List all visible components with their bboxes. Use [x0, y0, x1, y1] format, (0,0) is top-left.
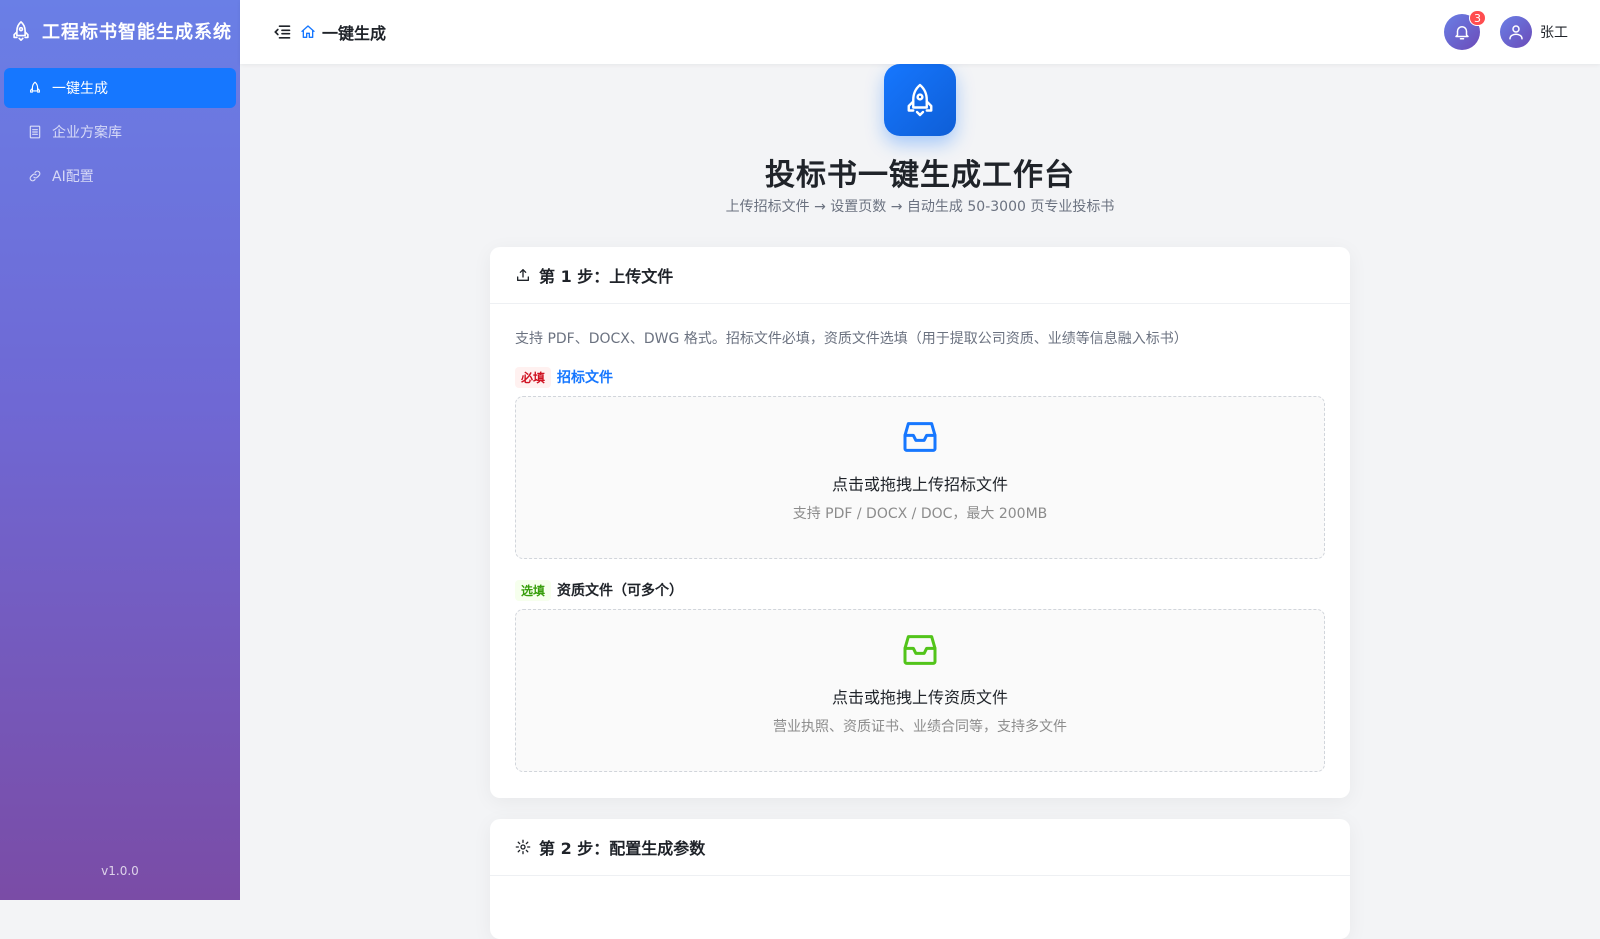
step2-header: 第 2 步：配置生成参数 — [490, 819, 1350, 876]
user-name: 张工 — [1540, 25, 1568, 41]
breadcrumb-current: 一键生成 — [322, 24, 387, 43]
rocket-icon — [907, 83, 933, 117]
app-title: 工程标书智能生成系统 — [42, 22, 232, 43]
rocket-icon — [30, 81, 40, 93]
menu-fold-icon — [274, 25, 291, 39]
step2-title: 第 2 步：配置生成参数 — [539, 839, 706, 858]
sidebar: 工程标书智能生成系统 一键生成 企业方案库 AI配置 v1.0.0 — [0, 0, 240, 900]
required-tag: 必填 — [515, 366, 552, 388]
rocket-icon — [13, 21, 29, 41]
qualification-upload-hint: 营业执照、资质证书、业绩合同等，支持多文件 — [773, 719, 1067, 735]
tender-upload-hint: 支持 PDF / DOCX / DOC，最大 200MB — [792, 506, 1048, 522]
file-icon — [29, 125, 41, 139]
header-actions: 3 张工 — [1444, 0, 1568, 64]
sidebar-item-generate[interactable]: 一键生成 — [4, 68, 236, 108]
notification-button[interactable]: 3 — [1444, 10, 1486, 50]
step1-header: 第 1 步：上传文件 — [490, 247, 1350, 304]
app-version: v1.0.0 — [101, 864, 139, 878]
sidebar-menu: 一键生成 企业方案库 AI配置 — [0, 62, 240, 206]
qualification-file-label: 选填 资质文件（可多个） — [515, 579, 1325, 601]
bell-icon — [1455, 26, 1469, 40]
step1-card: 第 1 步：上传文件 支持 PDF、DOCX、DWG 格式。招标文件必填，资质文… — [490, 247, 1350, 798]
tender-file-label: 必填 招标文件 — [515, 366, 1325, 388]
main-content: 投标书一键生成工作台 上传招标文件 → 设置页数 → 自动生成 50-3000 … — [240, 0, 1600, 939]
step1-description: 支持 PDF、DOCX、DWG 格式。招标文件必填，资质文件选填（用于提取公司资… — [515, 331, 1188, 347]
tender-file-name: 招标文件 — [557, 370, 614, 386]
user-menu[interactable]: 张工 — [1500, 16, 1568, 48]
sidebar-item-solution-library[interactable]: 企业方案库 — [4, 112, 236, 152]
sidebar-item-label: 一键生成 — [52, 81, 108, 97]
step1-title: 第 1 步：上传文件 — [539, 267, 674, 286]
avatar — [1500, 16, 1532, 48]
sidebar-item-label: 企业方案库 — [52, 125, 122, 141]
tender-file-dropzone[interactable]: 点击或拖拽上传招标文件 支持 PDF / DOCX / DOC，最大 200MB — [515, 396, 1325, 559]
top-header: 一键生成 3 张工 — [240, 0, 1600, 64]
link-icon — [29, 170, 41, 182]
user-icon — [1509, 25, 1523, 40]
page-subtitle: 上传招标文件 → 设置页数 → 自动生成 50-3000 页专业投标书 — [725, 199, 1115, 215]
step2-card: 第 2 步：配置生成参数 — [490, 819, 1350, 939]
qualification-file-name: 资质文件（可多个） — [557, 583, 684, 599]
step1-body: 支持 PDF、DOCX、DWG 格式。招标文件必填，资质文件选填（用于提取公司资… — [490, 304, 1350, 772]
sidebar-item-ai-config[interactable]: AI配置 — [4, 156, 236, 196]
sidebar-item-label: AI配置 — [52, 169, 94, 185]
inbox-icon — [903, 422, 937, 452]
hero-rocket-badge — [884, 64, 956, 136]
notification-badge: 3 — [1469, 10, 1486, 26]
app-brand[interactable]: 工程标书智能生成系统 — [0, 0, 240, 62]
upload-icon — [517, 269, 529, 281]
breadcrumb: 一键生成 — [300, 20, 386, 44]
home-icon[interactable] — [300, 24, 316, 40]
menu-fold-button[interactable] — [272, 22, 292, 42]
qualification-file-dropzone[interactable]: 点击或拖拽上传资质文件 营业执照、资质证书、业绩合同等，支持多文件 — [515, 609, 1325, 772]
optional-tag: 选填 — [515, 579, 552, 601]
tender-upload-title: 点击或拖拽上传招标文件 — [831, 475, 1008, 494]
page-title: 投标书一键生成工作台 — [765, 158, 1075, 193]
gear-icon — [515, 839, 531, 855]
qualification-upload-title: 点击或拖拽上传资质文件 — [831, 688, 1008, 707]
inbox-icon — [903, 635, 937, 665]
